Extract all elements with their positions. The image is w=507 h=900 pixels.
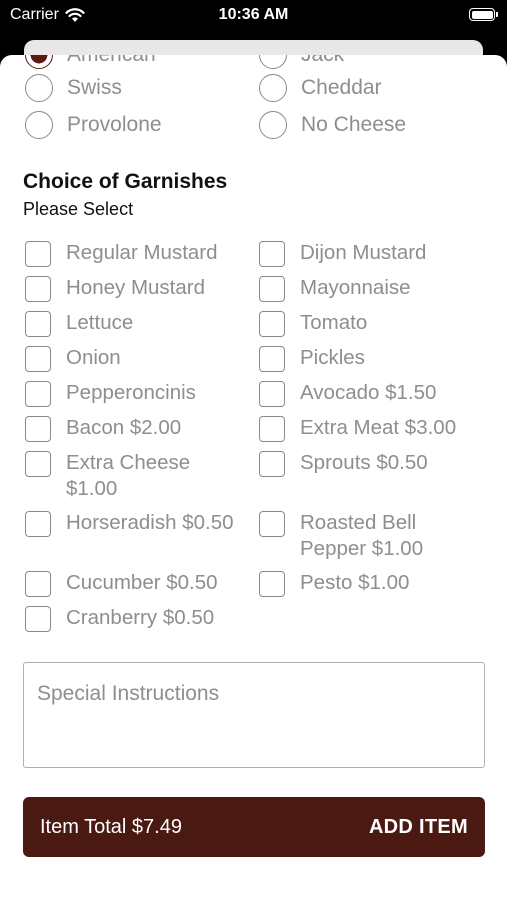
- garnish-tomato[interactable]: Tomato: [259, 310, 367, 337]
- garnish-mayonnaise[interactable]: Mayonnaise: [259, 275, 411, 302]
- garnish-label: Tomato: [300, 311, 368, 334]
- radio-icon: [259, 55, 287, 69]
- garnish-label: Roasted Bell Pepper $1.00: [300, 511, 424, 560]
- battery-icon: [469, 8, 498, 21]
- checkbox-icon: [25, 381, 51, 407]
- garnish-cucumber[interactable]: Cucumber $0.50: [25, 570, 218, 597]
- item-options-sheet: American Jack Swiss Cheddar Provolone No…: [0, 55, 507, 900]
- garnish-label: Lettuce: [66, 311, 134, 334]
- garnish-avocado[interactable]: Avocado $1.50: [259, 380, 436, 407]
- cheese-option-no-cheese[interactable]: No Cheese: [259, 111, 406, 139]
- garnish-label: Avocado $1.50: [300, 381, 437, 404]
- checkbox-icon: [25, 571, 51, 597]
- checkbox-icon: [259, 346, 285, 372]
- checkbox-icon: [25, 451, 51, 477]
- checkbox-icon: [259, 311, 285, 337]
- garnish-roasted-bell-pepper[interactable]: Roasted Bell Pepper $1.00: [259, 510, 450, 562]
- checkbox-icon: [259, 276, 285, 302]
- garnish-label: Mayonnaise: [300, 276, 411, 299]
- cheese-option-label: No Cheese: [301, 113, 407, 136]
- checkbox-icon: [25, 606, 51, 632]
- radio-selected-icon: [25, 55, 53, 69]
- checkbox-icon: [25, 511, 51, 537]
- checkbox-icon: [259, 241, 285, 267]
- checkbox-icon: [259, 381, 285, 407]
- special-instructions-field[interactable]: [23, 662, 485, 768]
- garnish-label: Extra Cheese $1.00: [66, 451, 191, 500]
- checkbox-icon: [25, 276, 51, 302]
- add-item-button[interactable]: ADD ITEM: [369, 816, 468, 839]
- garnishes-title: Choice of Garnishes: [23, 170, 228, 193]
- cheese-option-label: Provolone: [67, 113, 162, 136]
- checkbox-icon: [25, 241, 51, 267]
- garnishes-subtitle: Please Select: [23, 199, 134, 219]
- cheese-option-label: Swiss: [67, 76, 122, 99]
- radio-icon: [259, 111, 287, 139]
- cheese-option-label: Jack: [301, 55, 344, 67]
- garnish-pepperoncinis[interactable]: Pepperoncinis: [25, 380, 196, 407]
- cheese-option-label: American: [67, 55, 156, 67]
- garnish-label: Pesto $1.00: [300, 571, 410, 594]
- garnish-extra-meat[interactable]: Extra Meat $3.00: [259, 415, 456, 442]
- garnish-label: Onion: [66, 346, 121, 369]
- garnish-onion[interactable]: Onion: [25, 345, 121, 372]
- garnish-label: Cucumber $0.50: [66, 571, 218, 594]
- checkbox-icon: [25, 346, 51, 372]
- checkbox-icon: [259, 451, 285, 477]
- garnish-pesto[interactable]: Pesto $1.00: [259, 570, 409, 597]
- garnish-label: Pepperoncinis: [66, 381, 196, 404]
- garnish-label: Extra Meat $3.00: [300, 416, 457, 439]
- garnish-bacon[interactable]: Bacon $2.00: [25, 415, 181, 442]
- garnish-sprouts[interactable]: Sprouts $0.50: [259, 450, 428, 477]
- garnish-label: Bacon $2.00: [66, 416, 182, 439]
- garnish-label: Sprouts $0.50: [300, 451, 428, 474]
- checkbox-icon: [25, 311, 51, 337]
- cheese-option-american[interactable]: American: [25, 55, 156, 69]
- radio-icon: [25, 74, 53, 102]
- garnish-dijon-mustard[interactable]: Dijon Mustard: [259, 240, 426, 267]
- garnish-label: Pickles: [300, 346, 365, 369]
- garnish-label: Dijon Mustard: [300, 241, 427, 264]
- garnish-cranberry[interactable]: Cranberry $0.50: [25, 605, 214, 632]
- cheese-option-provolone[interactable]: Provolone: [25, 111, 162, 139]
- garnish-label: Honey Mustard: [66, 276, 206, 299]
- garnish-extra-cheese[interactable]: Extra Cheese $1.00: [25, 450, 226, 502]
- item-total: Item Total $7.49: [40, 815, 182, 838]
- garnish-label: Cranberry $0.50: [66, 606, 215, 629]
- checkbox-icon: [259, 571, 285, 597]
- cheese-option-swiss[interactable]: Swiss: [25, 74, 122, 102]
- radio-icon: [259, 74, 287, 102]
- add-item-bar[interactable]: Item Total $7.49 ADD ITEM: [23, 797, 485, 857]
- cheese-option-cheddar[interactable]: Cheddar: [259, 74, 382, 102]
- checkbox-icon: [259, 511, 285, 537]
- garnish-label: Regular Mustard: [66, 241, 218, 264]
- cheese-option-jack[interactable]: Jack: [259, 55, 344, 69]
- garnish-pickles[interactable]: Pickles: [259, 345, 365, 372]
- garnish-horseradish[interactable]: Horseradish $0.50: [25, 510, 234, 537]
- checkbox-icon: [25, 416, 51, 442]
- status-time: 10:36 AM: [218, 6, 289, 23]
- radio-icon: [25, 111, 53, 139]
- garnish-label: Horseradish $0.50: [66, 511, 234, 534]
- checkbox-icon: [259, 416, 285, 442]
- garnish-lettuce[interactable]: Lettuce: [25, 310, 133, 337]
- garnish-regular-mustard[interactable]: Regular Mustard: [25, 240, 218, 267]
- status-bar: Carrier 10:36 AM: [0, 0, 507, 32]
- garnish-honey-mustard[interactable]: Honey Mustard: [25, 275, 205, 302]
- cheese-option-label: Cheddar: [301, 76, 382, 99]
